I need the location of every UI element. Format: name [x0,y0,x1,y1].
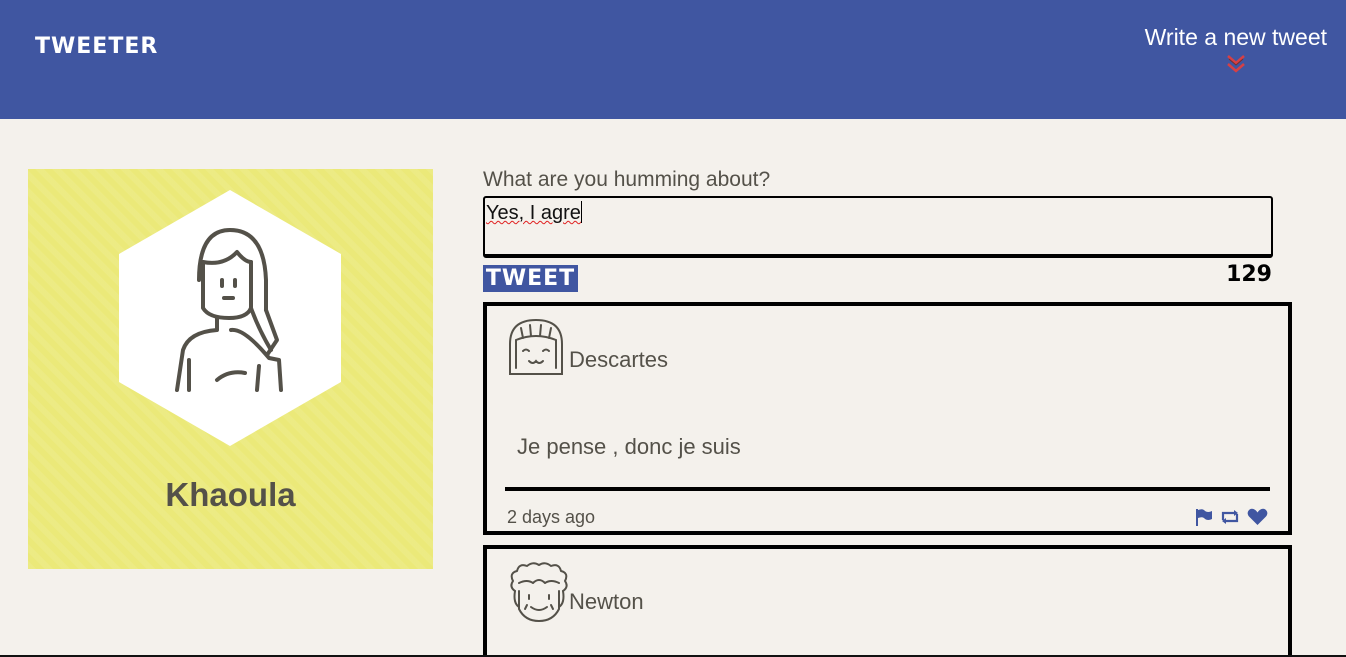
tweet-divider [505,487,1270,491]
retweet-icon[interactable] [1220,509,1240,530]
compose-prompt: What are you humming about? [483,168,771,191]
tweet-timestamp: 2 days ago [507,507,596,527]
smiling-face-avatar-icon [509,318,563,375]
top-nav-bar: TWEETER Write a new tweet [0,0,1346,119]
girl-avatar-icon [119,190,341,446]
flag-icon[interactable] [1195,508,1213,531]
tweet-textarea[interactable]: Yes, I agre [483,196,1273,258]
tweet-button[interactable]: TWEET [483,265,578,292]
tweet-author[interactable]: Newton [569,589,644,615]
char-counter: 129 [1226,262,1272,287]
tweet-card: Descartes Je pense , donc je suis 2 days… [483,302,1292,535]
tweet-card: Newton [483,545,1292,657]
heart-icon[interactable] [1247,508,1268,531]
write-new-tweet-label[interactable]: Write a new tweet [1145,24,1327,51]
tweet-content: Je pense , donc je suis [517,434,741,459]
profile-card: Khaoula [28,169,433,569]
compose-section: What are you humming about? Yes, I agre … [483,168,1273,292]
text-caret [580,201,582,223]
textarea-text: Yes, I agre [486,202,581,224]
tweet-actions [1195,508,1268,531]
tweet-author[interactable]: Descartes [569,347,668,373]
double-chevron-down-icon[interactable] [1145,53,1327,80]
curly-hair-avatar-icon [510,562,568,622]
profile-name: Khaoula [165,476,296,513]
write-new-tweet-toggle[interactable]: Write a new tweet [1145,24,1327,80]
brand-logo[interactable]: TWEETER [35,34,158,59]
